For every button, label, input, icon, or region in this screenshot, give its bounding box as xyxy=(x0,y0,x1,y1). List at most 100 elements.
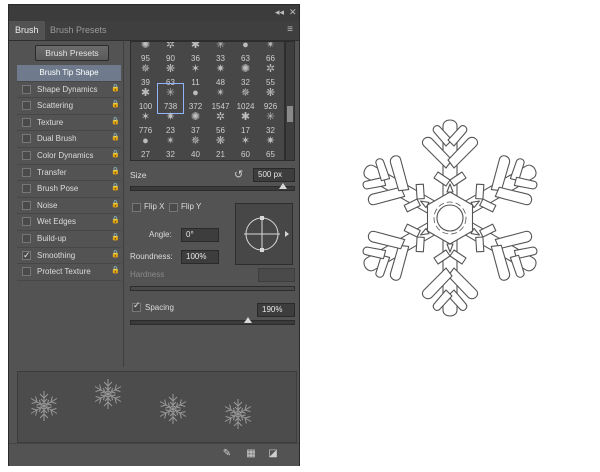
lock-icon[interactable]: 🔒 xyxy=(111,151,120,159)
brush-panel-grid-icon[interactable]: ▦ xyxy=(245,448,257,460)
setting-item-color-dynamics[interactable]: Color Dynamics 🔒 xyxy=(17,148,121,165)
reset-size-icon[interactable]: ↺ xyxy=(234,168,243,181)
brush-size-label: 32 xyxy=(166,150,175,159)
setting-item-texture[interactable]: Texture 🔒 xyxy=(17,115,121,132)
lock-icon[interactable]: 🔒 xyxy=(111,267,120,275)
brush-tip-cell[interactable]: ✴ 32 xyxy=(158,132,183,160)
setting-item-build-up[interactable]: Build-up 🔒 xyxy=(17,231,121,248)
brush-tip-cell[interactable]: ✵ 40 xyxy=(183,132,208,160)
brush-tip-icon: ● xyxy=(142,135,149,147)
angle-field[interactable]: 0° xyxy=(181,228,219,242)
brush-presets-button[interactable]: Brush Presets xyxy=(35,45,109,61)
size-slider[interactable] xyxy=(130,183,295,191)
setting-item-transfer[interactable]: Transfer 🔒 xyxy=(17,165,121,182)
setting-label: Shape Dynamics xyxy=(37,84,98,94)
brush-tip-icon: ● xyxy=(242,41,249,51)
spacing-slider[interactable] xyxy=(130,317,295,325)
brush-tip-icon: ✷ xyxy=(265,135,276,147)
setting-checkbox[interactable] xyxy=(22,167,31,177)
flip-y-box[interactable] xyxy=(169,203,178,212)
brush-tip-cell[interactable]: ✶ 60 xyxy=(233,132,258,160)
tab-brush-presets[interactable]: Brush Presets xyxy=(44,21,113,40)
brush-tip-icon: ✲ xyxy=(215,111,226,123)
brush-tip-cell[interactable]: ● 27 xyxy=(133,132,158,160)
roundness-label: Roundness: xyxy=(130,252,173,261)
setting-item-noise[interactable]: Noise 🔒 xyxy=(17,198,121,215)
spacing-slider-knob[interactable] xyxy=(244,317,253,323)
setting-checkbox[interactable] xyxy=(22,267,31,277)
setting-item-dual-brush[interactable]: Dual Brush 🔒 xyxy=(17,131,121,148)
size-field[interactable]: 500 px xyxy=(253,168,295,182)
brush-tip-cell[interactable]: ❋ 21 xyxy=(208,132,233,160)
setting-checkbox[interactable] xyxy=(22,150,31,160)
setting-item-smoothing[interactable]: Smoothing 🔒 xyxy=(17,248,121,265)
snowflake-brush-tip-image xyxy=(350,119,550,317)
brush-settings-list: Brush Tip Shape Shape Dynamics 🔒 Scattering… xyxy=(17,65,121,281)
tab-brush[interactable]: Brush xyxy=(9,21,45,40)
panel-divider xyxy=(123,39,124,367)
brush-size-label: 27 xyxy=(141,150,150,159)
spacing-label: Spacing xyxy=(145,303,174,312)
lock-icon[interactable]: 🔒 xyxy=(111,118,120,126)
brush-grid-scrollbar[interactable] xyxy=(285,41,295,161)
lock-icon[interactable]: 🔒 xyxy=(111,251,120,259)
lock-icon[interactable]: 🔒 xyxy=(111,184,120,192)
setting-item-shape-dynamics[interactable]: Shape Dynamics 🔒 xyxy=(17,82,121,99)
setting-label: Color Dynamics xyxy=(37,150,94,160)
setting-checkbox[interactable] xyxy=(22,217,31,227)
brush-tip-icon: ✵ xyxy=(140,63,151,75)
brush-tip-cell[interactable]: ✷ 65 xyxy=(258,132,283,160)
flip-x-box[interactable] xyxy=(132,203,141,212)
setting-label: Texture xyxy=(37,117,64,127)
brush-tip-icon: ❋ xyxy=(265,87,276,99)
crosshair-icon[interactable] xyxy=(236,204,292,264)
brush-tip-icon: ✺ xyxy=(140,41,151,51)
setting-checkbox[interactable] xyxy=(22,101,31,111)
setting-checkbox[interactable] xyxy=(22,200,31,210)
close-icon[interactable]: ✕ xyxy=(289,7,297,18)
setting-checkbox[interactable] xyxy=(22,84,31,94)
new-brush-icon[interactable]: ◪ xyxy=(267,448,279,460)
size-slider-knob[interactable] xyxy=(278,183,287,189)
setting-item-brush-tip-shape[interactable]: Brush Tip Shape xyxy=(17,65,121,82)
brush-tip-icon: ● xyxy=(192,87,199,99)
setting-label: Build-up xyxy=(37,233,67,243)
brush-tip-icon: ✱ xyxy=(190,41,201,51)
setting-checkbox[interactable] xyxy=(22,248,31,263)
brush-tip-icon: ❋ xyxy=(215,135,226,147)
lock-icon[interactable]: 🔒 xyxy=(111,168,120,176)
spacing-box[interactable] xyxy=(132,300,141,312)
scrollbar-thumb[interactable] xyxy=(287,106,293,122)
setting-item-brush-pose[interactable]: Brush Pose 🔒 xyxy=(17,181,121,198)
lock-icon[interactable]: 🔒 xyxy=(111,101,120,109)
brush-tip-icon: ✵ xyxy=(240,87,251,99)
setting-item-protect-texture[interactable]: Protect Texture 🔒 xyxy=(17,264,121,281)
panel-bottom-bar: ✎ ▦ ◪ xyxy=(9,443,299,466)
setting-label: Dual Brush xyxy=(37,134,77,144)
lock-icon[interactable]: 🔒 xyxy=(111,234,120,242)
brush-tip-icon: ✲ xyxy=(265,63,276,75)
setting-label: Wet Edges xyxy=(37,217,76,227)
angle-roundness-widget[interactable] xyxy=(235,203,293,265)
lock-icon[interactable]: 🔒 xyxy=(111,134,120,142)
setting-item-wet-edges[interactable]: Wet Edges 🔒 xyxy=(17,214,121,231)
brush-tip-icon: ✶ xyxy=(240,135,251,147)
angle-label: Angle: xyxy=(149,230,172,239)
setting-checkbox[interactable] xyxy=(22,117,31,127)
lock-icon[interactable]: 🔒 xyxy=(111,201,120,209)
roundness-field[interactable]: 100% xyxy=(181,250,219,264)
setting-item-scattering[interactable]: Scattering 🔒 xyxy=(17,98,121,115)
lock-icon[interactable]: 🔒 xyxy=(111,85,120,93)
brush-tip-icon: ✴ xyxy=(165,135,176,147)
size-label: Size xyxy=(130,170,147,180)
create-new-preset-icon[interactable]: ✎ xyxy=(221,448,233,460)
spacing-field[interactable]: 190% xyxy=(257,303,295,317)
setting-label: Protect Texture xyxy=(37,267,91,277)
panel-menu-icon[interactable]: ≡ xyxy=(287,24,293,35)
lock-icon[interactable]: 🔒 xyxy=(111,217,120,225)
setting-checkbox[interactable] xyxy=(22,233,31,243)
setting-checkbox[interactable] xyxy=(22,184,31,194)
collapse-icon[interactable]: ◂◂ xyxy=(275,7,284,18)
setting-checkbox[interactable] xyxy=(22,134,31,144)
brush-tip-icon: ✴ xyxy=(265,41,276,51)
